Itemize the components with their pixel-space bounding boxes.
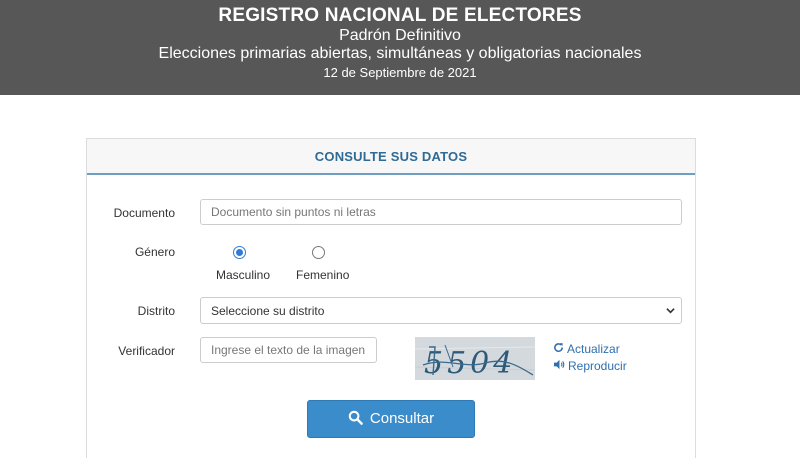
captcha-play-link[interactable]: Reproducir	[553, 359, 627, 373]
election-name: Elecciones primarias abiertas, simultáne…	[158, 45, 642, 62]
femenino-label: Femenino	[296, 268, 350, 282]
chevron-down-icon	[666, 308, 675, 314]
form-heading: CONSULTE SUS DATOS	[314, 149, 468, 164]
verificador-input[interactable]	[200, 337, 377, 363]
captcha-image: 5504	[415, 337, 535, 380]
verificador-label: Verificador	[118, 344, 175, 358]
documento-input[interactable]	[200, 199, 682, 225]
distrito-label: Distrito	[137, 304, 175, 318]
refresh-icon	[553, 342, 564, 356]
genero-label: Género	[134, 245, 175, 259]
masculino-radio[interactable]	[233, 246, 246, 259]
search-icon	[348, 410, 363, 425]
election-date: 12 de Septiembre de 2021	[323, 65, 477, 80]
consultar-button[interactable]: Consultar	[307, 400, 475, 438]
captcha-distorted-text: 5504	[415, 337, 535, 380]
femenino-radio[interactable]	[312, 246, 325, 259]
consultar-label: Consultar	[369, 410, 435, 427]
page-subtitle: Padrón Definitivo	[339, 27, 461, 44]
captcha-text: 5504	[424, 346, 516, 380]
captcha-refresh-link[interactable]: Actualizar	[553, 342, 620, 356]
form-heading-bar: CONSULTE SUS DATOS	[87, 139, 695, 175]
distrito-selected-value: Seleccione su distrito	[211, 304, 325, 318]
page-title: REGISTRO NACIONAL DE ELECTORES	[218, 5, 582, 26]
volume-icon	[553, 359, 565, 373]
distrito-select[interactable]: Seleccione su distrito	[200, 297, 682, 324]
refresh-label: Actualizar	[567, 342, 620, 356]
masculino-label: Masculino	[216, 268, 271, 282]
page-header: REGISTRO NACIONAL DE ELECTORES Padrón De…	[0, 0, 800, 95]
documento-label: Documento	[113, 206, 175, 220]
play-label: Reproducir	[568, 359, 627, 373]
